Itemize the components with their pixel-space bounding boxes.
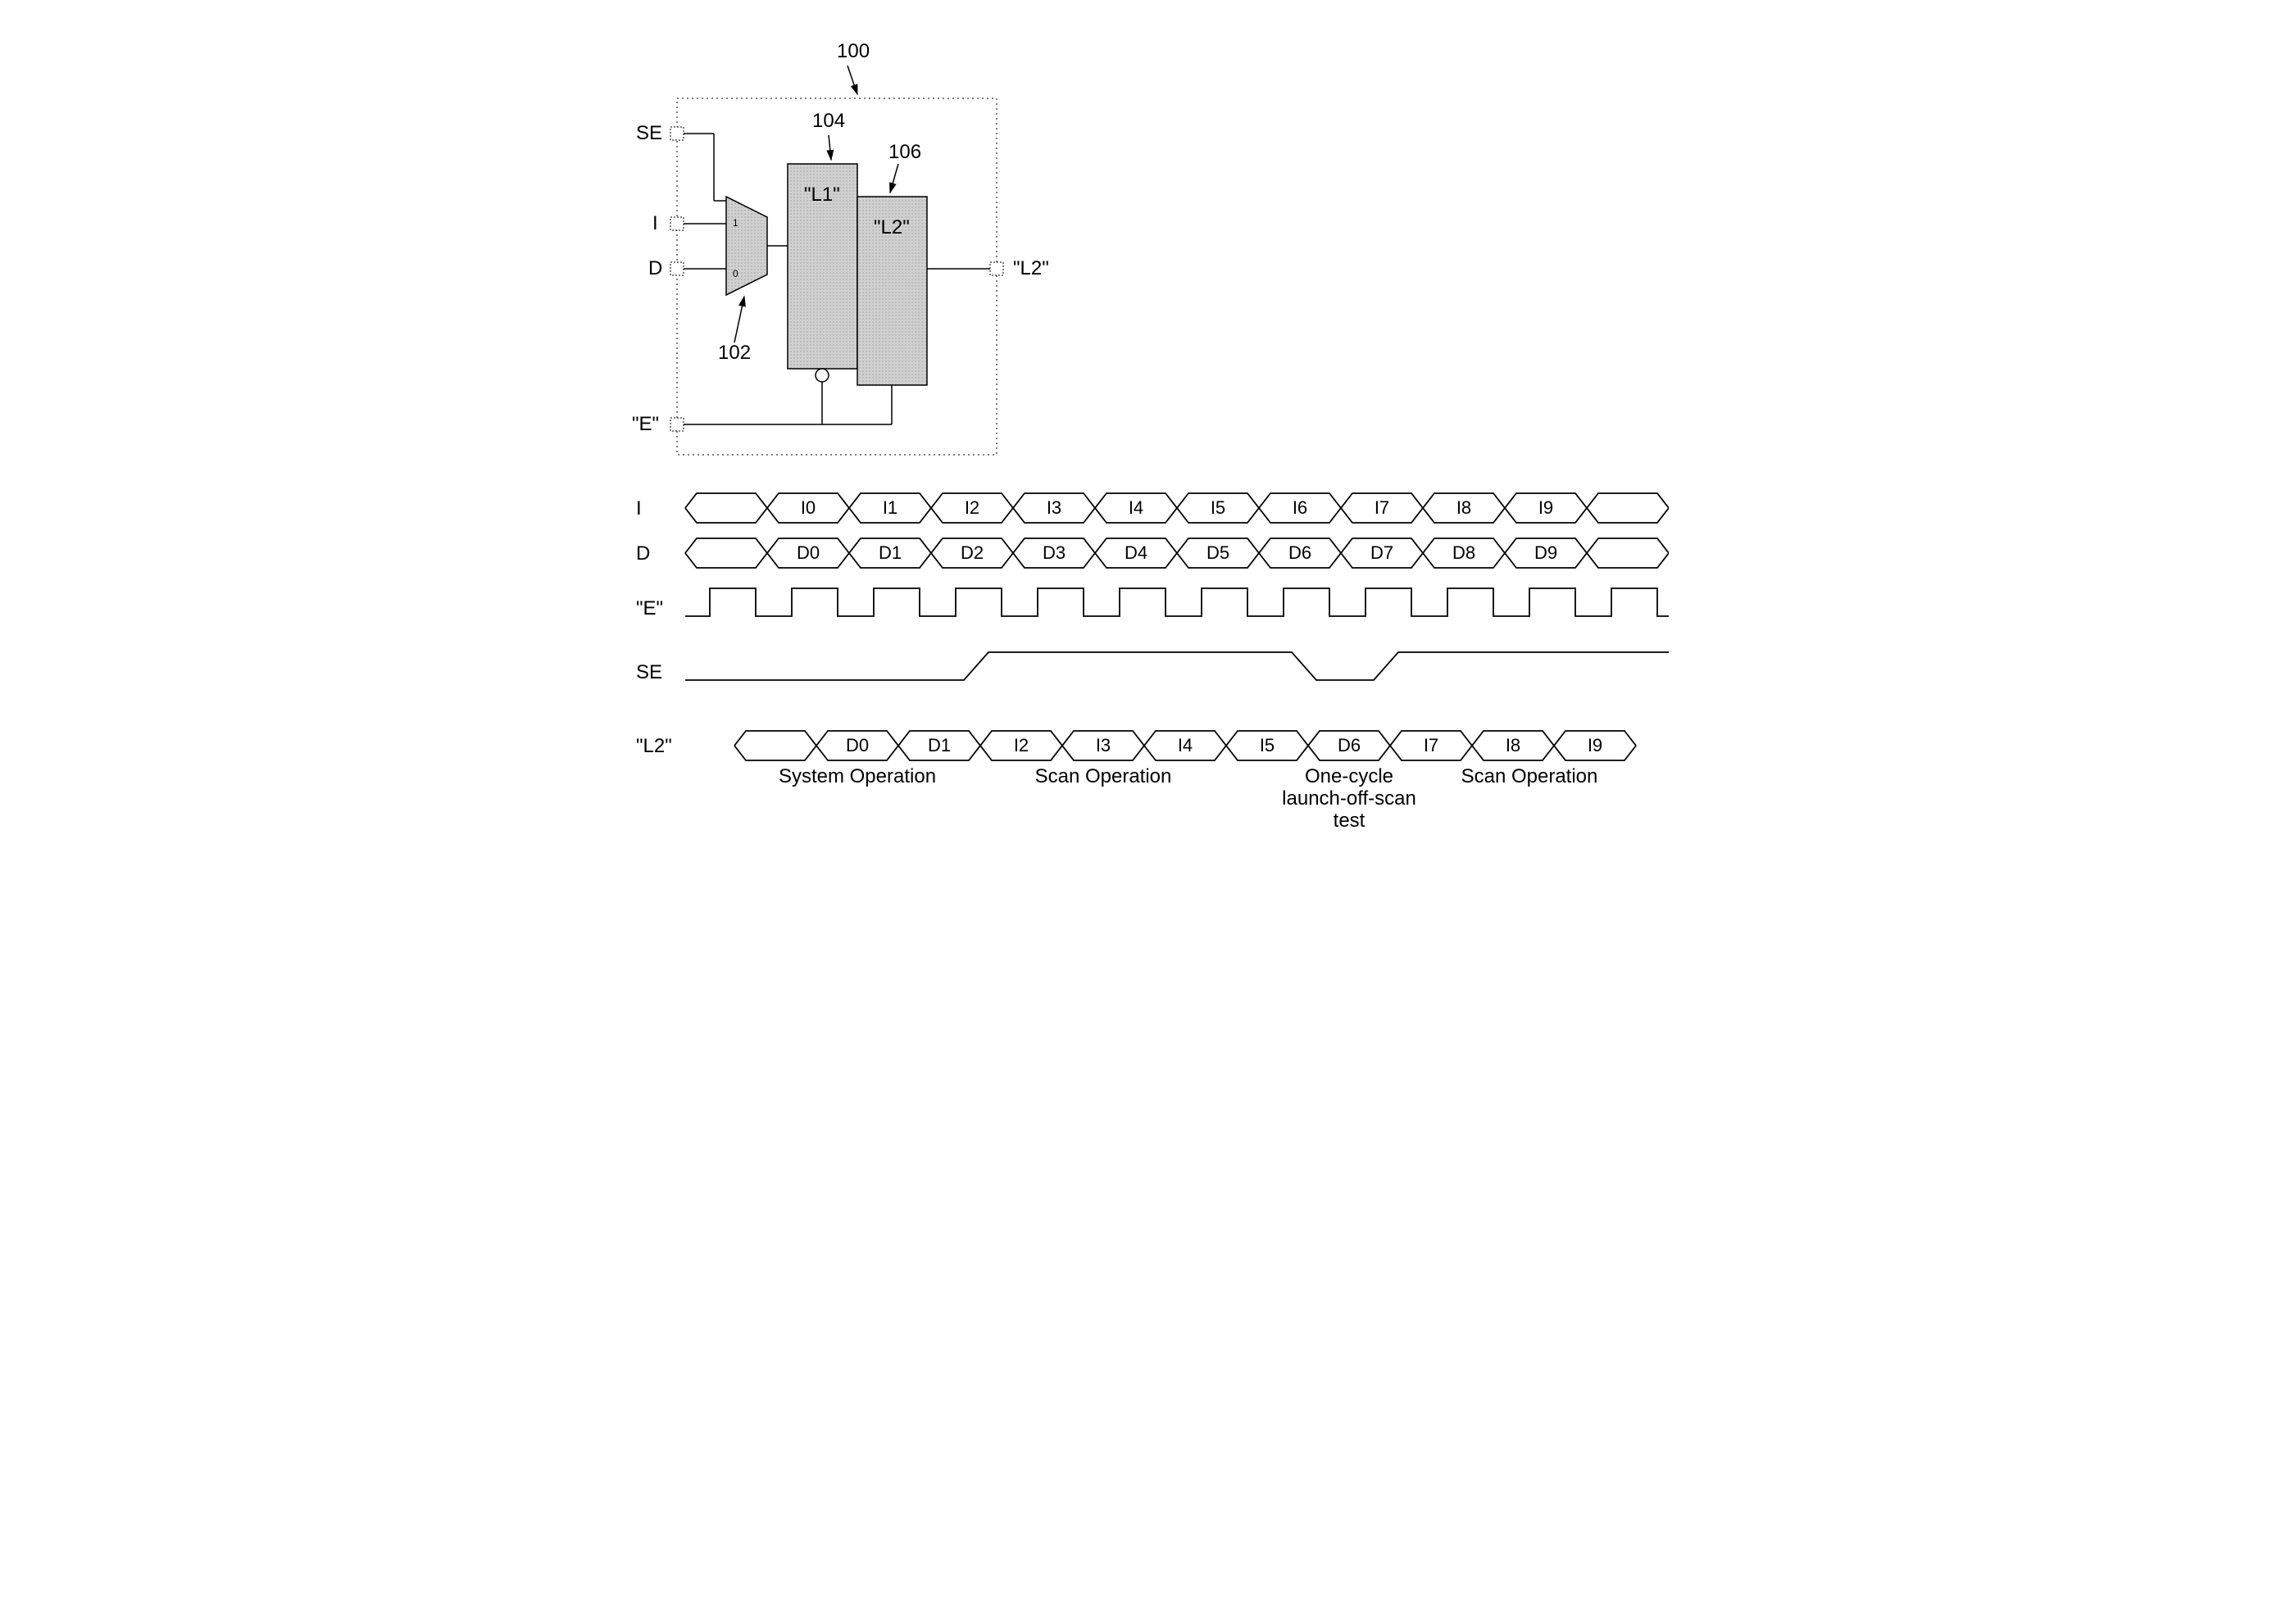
cell-label: I7 xyxy=(1424,735,1438,755)
cell-label: D9 xyxy=(1534,542,1557,563)
cell-label: I6 xyxy=(1293,497,1307,518)
anno-scan2: Scan Operation xyxy=(1461,765,1598,787)
cell-label: D3 xyxy=(1043,542,1066,563)
cell-label: I9 xyxy=(1588,735,1602,755)
ref-104: 104 xyxy=(812,110,845,132)
mux-in-1: 1 xyxy=(733,217,738,229)
ref-102: 102 xyxy=(718,342,751,364)
cell-label: I0 xyxy=(801,497,816,518)
anno-oc1: One-cycle xyxy=(1305,765,1393,787)
circuit-diagram: 100 SE I D "E" "L2" 1 0 102 "L1" 104 "L2… xyxy=(603,33,1177,475)
cell-label: D1 xyxy=(928,735,951,755)
cell-label: D7 xyxy=(1370,542,1393,563)
label-e: "E" xyxy=(636,597,663,619)
cell-label: I3 xyxy=(1047,497,1061,518)
cell-label: I2 xyxy=(1014,735,1029,755)
label-d: D xyxy=(636,542,650,565)
cell-label: I8 xyxy=(1506,735,1520,755)
cell-label: I9 xyxy=(1538,497,1553,518)
mux-shape xyxy=(726,197,767,295)
cell-label: I4 xyxy=(1129,497,1143,518)
cell-label: D8 xyxy=(1452,542,1475,563)
mux-in-0: 0 xyxy=(733,268,738,279)
cell-label: D6 xyxy=(1338,735,1361,755)
cell-label: D6 xyxy=(1288,542,1311,563)
cell-label: I8 xyxy=(1456,497,1471,518)
cell-label: I5 xyxy=(1211,497,1225,518)
l2-label: "L2" xyxy=(874,216,910,238)
ref-100: 100 xyxy=(837,40,870,62)
cell-label: D0 xyxy=(846,735,869,755)
cell-label: I2 xyxy=(965,497,979,518)
port-e: "E" xyxy=(632,413,659,435)
cell-label: I3 xyxy=(1096,735,1111,755)
anno-scan1: Scan Operation xyxy=(1035,765,1172,787)
port-out: "L2" xyxy=(1013,257,1049,279)
l1-label: "L1" xyxy=(804,184,840,206)
port-i: I xyxy=(652,212,658,234)
port-se: SE xyxy=(636,122,662,144)
label-l2: "L2" xyxy=(636,735,672,757)
cell-label: D4 xyxy=(1125,542,1147,563)
cell-label: D1 xyxy=(879,542,902,563)
label-se: SE xyxy=(636,661,662,683)
cell-label: D5 xyxy=(1206,542,1229,563)
timing-diagram: I I0 I1 I2 I3 I4 I5 I6 I7 I8 I9 D D0 D1 D2 D3 D4 D5 D6 D7 D8… xyxy=(603,475,1669,852)
cell-label: I1 xyxy=(883,497,897,518)
cell-label: D2 xyxy=(961,542,984,563)
cell-label: I7 xyxy=(1375,497,1389,518)
anno-oc2: launch-off-scan xyxy=(1282,787,1416,810)
cell-label: I5 xyxy=(1260,735,1275,755)
cell-label: I4 xyxy=(1178,735,1193,755)
label-i: I xyxy=(636,497,642,519)
anno-sysop: System Operation xyxy=(779,765,936,787)
ref-106: 106 xyxy=(888,141,921,163)
cell-label: D0 xyxy=(797,542,820,563)
port-d: D xyxy=(648,257,662,279)
anno-oc3: test xyxy=(1334,810,1365,832)
